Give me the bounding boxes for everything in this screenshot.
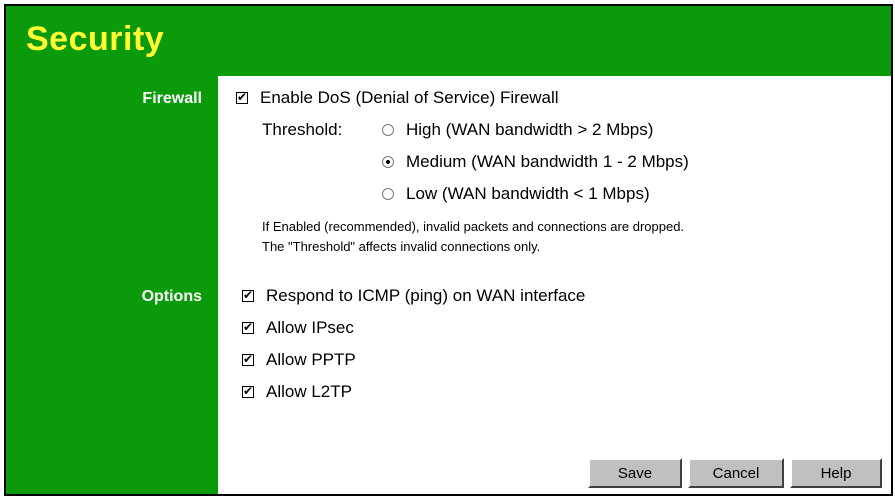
icmp-checkbox[interactable]: ✔ xyxy=(242,288,254,302)
enable-dos-label: Enable DoS (Denial of Service) Firewall xyxy=(260,88,559,107)
threshold-label: Threshold: xyxy=(262,120,343,139)
page-title: Security xyxy=(26,20,165,58)
radio-high[interactable] xyxy=(382,124,394,136)
pptp-label: Allow PPTP xyxy=(266,350,356,369)
radio-medium[interactable] xyxy=(382,156,394,168)
radio-low[interactable] xyxy=(382,188,394,200)
option-l2tp-row[interactable]: ✔ Allow L2TP xyxy=(242,382,352,402)
threshold-low-label: Low (WAN bandwidth < 1 Mbps) xyxy=(406,184,650,203)
icmp-label: Respond to ICMP (ping) on WAN interface xyxy=(266,286,586,305)
option-icmp-row[interactable]: ✔ Respond to ICMP (ping) on WAN interfac… xyxy=(242,286,585,306)
options-section-label: Options xyxy=(141,288,202,305)
title-bar: Security xyxy=(6,6,891,76)
enable-dos-row[interactable]: ✔ Enable DoS (Denial of Service) Firewal… xyxy=(236,88,559,108)
threshold-high-label: High (WAN bandwidth > 2 Mbps) xyxy=(406,120,654,139)
cancel-button[interactable]: Cancel xyxy=(688,458,784,488)
l2tp-checkbox[interactable]: ✔ xyxy=(242,384,254,398)
threshold-option-high[interactable]: High (WAN bandwidth > 2 Mbps) xyxy=(382,120,653,140)
option-pptp-row[interactable]: ✔ Allow PPTP xyxy=(242,350,356,370)
threshold-option-low[interactable]: Low (WAN bandwidth < 1 Mbps) xyxy=(382,184,650,204)
checkmark-icon: ✔ xyxy=(243,288,254,302)
option-ipsec-row[interactable]: ✔ Allow IPsec xyxy=(242,318,354,338)
ipsec-label: Allow IPsec xyxy=(266,318,354,337)
checkmark-icon: ✔ xyxy=(237,90,248,104)
sidebar: Firewall Options xyxy=(6,76,218,494)
save-button[interactable]: Save xyxy=(588,458,682,488)
enable-dos-checkbox[interactable]: ✔ xyxy=(236,90,248,104)
threshold-medium-label: Medium (WAN bandwidth 1 - 2 Mbps) xyxy=(406,152,689,171)
firewall-note-line1: If Enabled (recommended), invalid packet… xyxy=(262,219,685,234)
ipsec-checkbox[interactable]: ✔ xyxy=(242,320,254,334)
security-panel: Security Firewall Options ✔ Enable DoS (… xyxy=(4,4,893,496)
firewall-note-line2: The "Threshold" affects invalid connecti… xyxy=(262,239,541,254)
pptp-checkbox[interactable]: ✔ xyxy=(242,352,254,366)
l2tp-label: Allow L2TP xyxy=(266,382,352,401)
checkmark-icon: ✔ xyxy=(243,352,254,366)
checkmark-icon: ✔ xyxy=(243,384,254,398)
help-button[interactable]: Help xyxy=(790,458,882,488)
threshold-option-medium[interactable]: Medium (WAN bandwidth 1 - 2 Mbps) xyxy=(382,152,689,172)
checkmark-icon: ✔ xyxy=(243,320,254,334)
firewall-section-label: Firewall xyxy=(142,90,202,107)
